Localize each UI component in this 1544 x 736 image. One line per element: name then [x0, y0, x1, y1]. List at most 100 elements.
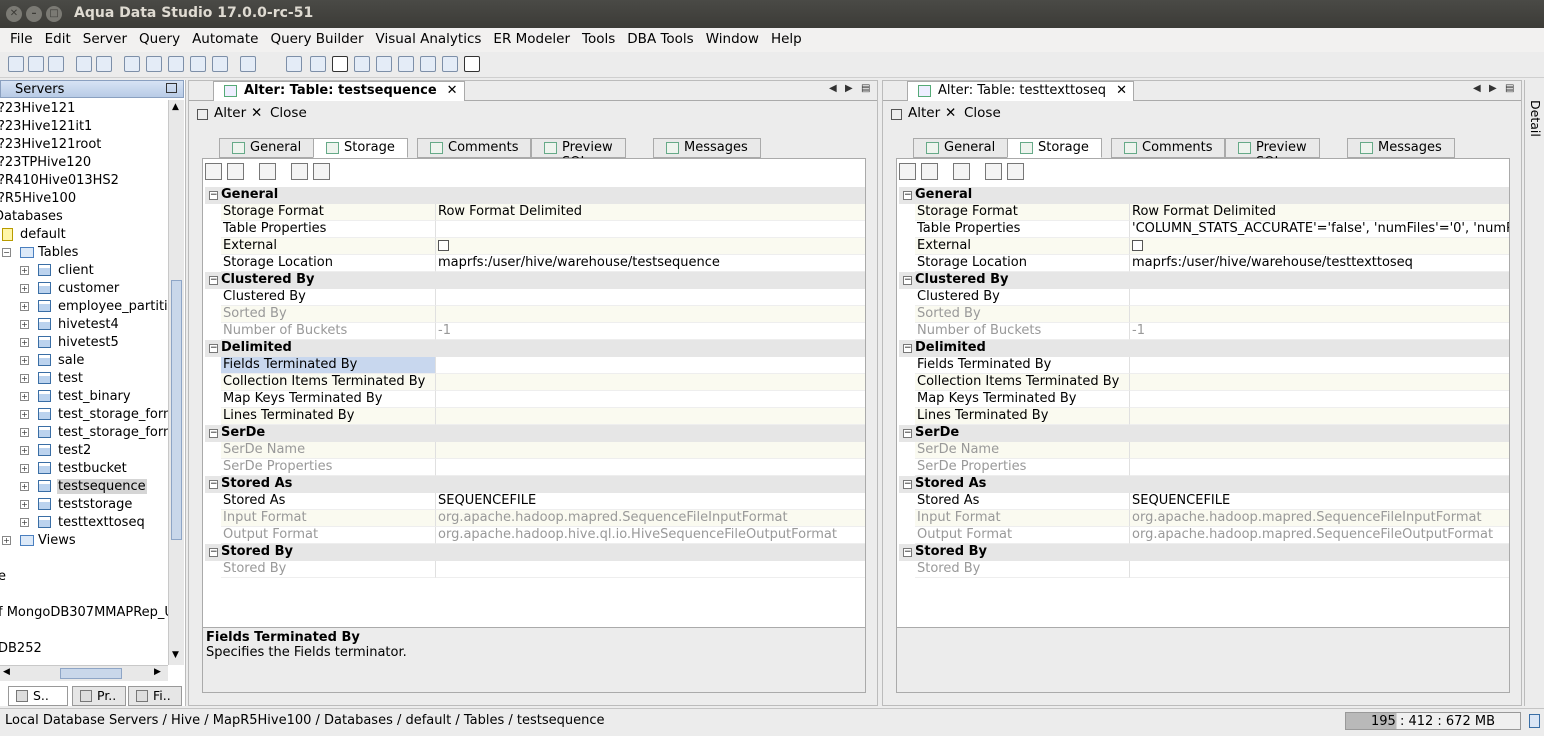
- property-value[interactable]: [435, 221, 865, 238]
- tree-item-table[interactable]: + test: [0, 370, 168, 388]
- tab-list-icon[interactable]: ▤: [1505, 83, 1514, 94]
- property-category[interactable]: − SerDe: [205, 425, 865, 442]
- layout-7-icon[interactable]: [442, 56, 458, 72]
- tree-item-tables[interactable]: − Tables: [0, 244, 168, 262]
- tab-list-icon[interactable]: ▤: [861, 83, 870, 94]
- property-row[interactable]: Table Properties 'COLUMN_STATS_ACCURATE'=…: [899, 221, 1509, 238]
- collapse-category-icon[interactable]: −: [903, 429, 912, 438]
- property-name[interactable]: SerDe Properties: [221, 459, 435, 476]
- tree-item[interactable]: ?23Hive121root: [0, 136, 168, 154]
- property-name[interactable]: SerDe Name: [221, 442, 435, 459]
- close-button[interactable]: Close: [270, 105, 307, 121]
- tree-item-table[interactable]: + sale: [0, 352, 168, 370]
- tab-alter-testtexttoseq[interactable]: Alter: Table: testtexttoseq ✕: [907, 81, 1134, 101]
- close-icon[interactable]: ✕: [251, 105, 262, 121]
- close-icon[interactable]: ✕: [945, 105, 956, 121]
- property-row[interactable]: Lines Terminated By: [899, 408, 1509, 425]
- property-value[interactable]: [435, 374, 865, 391]
- property-value[interactable]: [435, 238, 865, 255]
- expand-all-icon[interactable]: [985, 163, 1002, 180]
- tree-item-table[interactable]: + test_binary: [0, 388, 168, 406]
- close-button[interactable]: Close: [964, 105, 1001, 121]
- tree-item[interactable]: e: [0, 568, 168, 586]
- print-icon[interactable]: [286, 56, 302, 72]
- property-value[interactable]: -1: [435, 323, 865, 340]
- property-category[interactable]: − General: [205, 187, 865, 204]
- expand-icon[interactable]: +: [2, 536, 11, 545]
- compare-icon[interactable]: [190, 56, 206, 72]
- tree-item[interactable]: ?R410Hive013HS2: [0, 172, 168, 190]
- tree-item-views[interactable]: + Views: [0, 532, 168, 550]
- property-name[interactable]: Clustered By: [221, 289, 435, 306]
- query-builder-icon[interactable]: [168, 56, 184, 72]
- collapse-category-icon[interactable]: −: [209, 344, 218, 353]
- property-name[interactable]: Map Keys Terminated By: [915, 391, 1129, 408]
- categorized-icon[interactable]: [205, 163, 222, 180]
- property-name[interactable]: Collection Items Terminated By: [915, 374, 1129, 391]
- tab-servers[interactable]: S..: [8, 686, 68, 706]
- property-row[interactable]: Storage Format Row Format Delimited: [205, 204, 865, 221]
- property-name[interactable]: SerDe Name: [915, 442, 1129, 459]
- menu-tools[interactable]: Tools: [576, 28, 621, 52]
- property-row[interactable]: Map Keys Terminated By: [205, 391, 865, 408]
- property-row[interactable]: Lines Terminated By: [205, 408, 865, 425]
- memory-indicator[interactable]: 195 : 412 : 672 MB: [1345, 712, 1521, 730]
- property-category[interactable]: − SerDe: [899, 425, 1509, 442]
- property-name[interactable]: External: [915, 238, 1129, 255]
- expand-icon[interactable]: +: [20, 446, 29, 455]
- layout-3-icon[interactable]: [354, 56, 370, 72]
- property-row[interactable]: Map Keys Terminated By: [899, 391, 1509, 408]
- external-checkbox[interactable]: [438, 240, 449, 251]
- property-name[interactable]: Fields Terminated By: [221, 357, 435, 374]
- layout-4-icon[interactable]: [376, 56, 392, 72]
- property-category[interactable]: − Clustered By: [205, 272, 865, 289]
- property-value[interactable]: maprfs:/user/hive/warehouse/testsequence: [435, 255, 865, 272]
- description-toggle-icon[interactable]: [259, 163, 276, 180]
- tree-item[interactable]: f MongoDB307MMAPRep_U: [0, 604, 168, 622]
- tree-item-table[interactable]: + teststorage: [0, 496, 168, 514]
- property-row[interactable]: Table Properties: [205, 221, 865, 238]
- property-value[interactable]: org.apache.hadoop.mapred.SequenceFileOut…: [1129, 527, 1509, 544]
- tab-next-icon[interactable]: ▶: [845, 83, 853, 94]
- property-name[interactable]: Collection Items Terminated By: [221, 374, 435, 391]
- property-row[interactable]: Stored By: [205, 561, 865, 578]
- expand-icon[interactable]: +: [20, 464, 29, 473]
- tab-preview-sql[interactable]: Preview SQL: [531, 138, 626, 170]
- property-value[interactable]: maprfs:/user/hive/warehouse/testtexttose…: [1129, 255, 1509, 272]
- property-value[interactable]: [1129, 561, 1509, 578]
- tree-item-table[interactable]: + test_storage_form: [0, 424, 168, 442]
- menu-dba-tools[interactable]: DBA Tools: [621, 28, 699, 52]
- layout-2-icon[interactable]: [332, 56, 348, 72]
- expand-icon[interactable]: +: [20, 500, 29, 509]
- tree-item[interactable]: ?23Hive121it1: [0, 118, 168, 136]
- tree-item-table-selected[interactable]: + testsequence: [0, 478, 168, 496]
- property-row[interactable]: Number of Buckets -1: [899, 323, 1509, 340]
- property-value[interactable]: SEQUENCEFILE: [1129, 493, 1509, 510]
- property-row[interactable]: SerDe Properties: [205, 459, 865, 476]
- external-checkbox[interactable]: [1132, 240, 1143, 251]
- property-row[interactable]: Clustered By: [205, 289, 865, 306]
- property-value[interactable]: Row Format Delimited: [1129, 204, 1509, 221]
- menu-window[interactable]: Window: [700, 28, 765, 52]
- property-row[interactable]: Input Format org.apache.hadoop.mapred.Seq…: [899, 510, 1509, 527]
- property-value[interactable]: -1: [1129, 323, 1509, 340]
- property-value[interactable]: [1129, 306, 1509, 323]
- property-row[interactable]: Fields Terminated By: [899, 357, 1509, 374]
- scrollbar-thumb[interactable]: [171, 280, 182, 540]
- property-name[interactable]: Input Format: [915, 510, 1129, 527]
- scroll-up-icon[interactable]: ▲: [172, 102, 179, 112]
- detail-panel-tab[interactable]: Detail: [1524, 80, 1544, 706]
- expand-icon[interactable]: +: [20, 428, 29, 437]
- property-category[interactable]: − Stored By: [899, 544, 1509, 561]
- property-row[interactable]: SerDe Name: [205, 442, 865, 459]
- tab-prev-icon[interactable]: ◀: [829, 83, 837, 94]
- tree-item-databases[interactable]: Databases: [0, 208, 168, 226]
- schema-script-icon[interactable]: [212, 56, 228, 72]
- menu-query[interactable]: Query: [133, 28, 186, 52]
- expand-icon[interactable]: +: [20, 284, 29, 293]
- property-name[interactable]: Input Format: [221, 510, 435, 527]
- tab-projects[interactable]: Pr..: [72, 686, 126, 706]
- tab-preview-sql[interactable]: Preview SQL: [1225, 138, 1320, 170]
- menu-visual-analytics[interactable]: Visual Analytics: [370, 28, 488, 52]
- property-category[interactable]: − Delimited: [205, 340, 865, 357]
